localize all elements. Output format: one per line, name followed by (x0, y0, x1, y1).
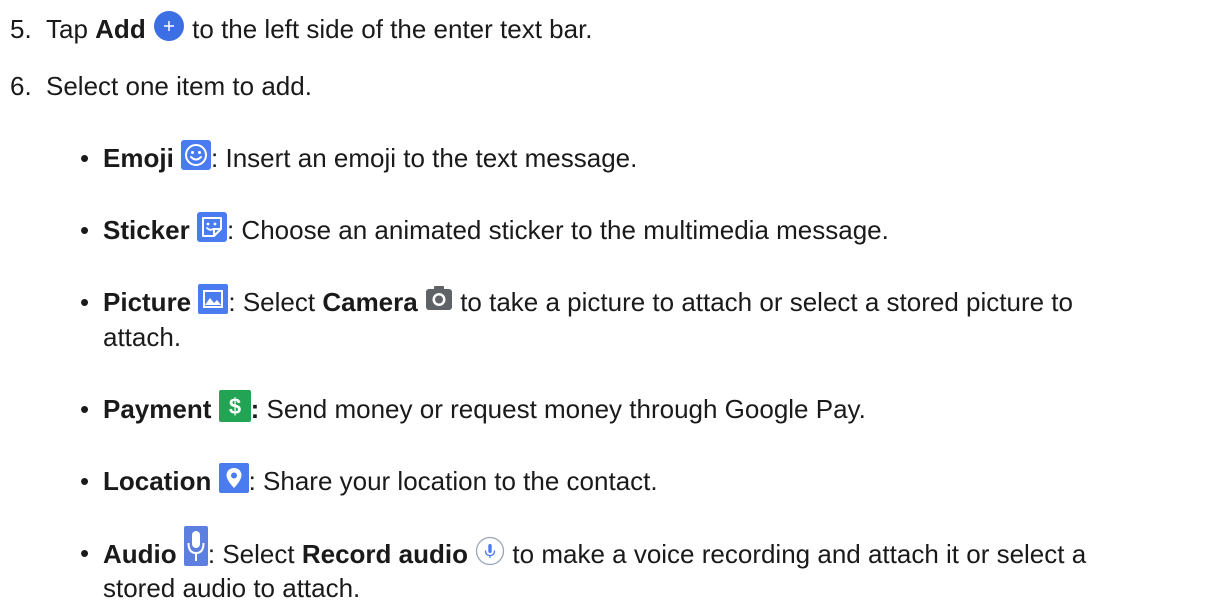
bullet: • (80, 143, 90, 173)
emoji-icon (181, 140, 212, 171)
bullet: • (80, 287, 90, 317)
payment-colon: : (250, 394, 260, 424)
list-item-audio-cont: stored audio to attach. (0, 571, 1225, 605)
audio-text-c: to make a voice recording and attach it … (505, 538, 1087, 569)
step-text: Select one item to add. (46, 71, 312, 101)
location-label: Location (103, 466, 212, 496)
add-icon (153, 10, 185, 42)
item-content: Emoji : Insert an emoji to the text mess… (103, 140, 638, 175)
step-number: 5. (10, 14, 32, 44)
list-item-location: • Location : Share your location to the … (0, 463, 1225, 498)
audio-label: Audio (103, 538, 177, 569)
item-continuation: stored audio to attach. (103, 573, 361, 603)
item-continuation: attach. (103, 322, 182, 352)
sticker-icon (196, 212, 227, 243)
step-text-post: to the left side of the enter text bar. (184, 14, 593, 44)
step-6: 6. Select one item to add. (0, 69, 1225, 103)
picture-text-a: : Select (228, 287, 323, 317)
camera-label: Camera (322, 287, 418, 317)
location-text: : Share your location to the contact. (248, 466, 658, 496)
list-item-audio: • Audio : Select Record audio to make a … (0, 526, 1225, 570)
emoji-label: Emoji (103, 143, 174, 173)
bullet: • (80, 466, 90, 496)
list-item-emoji: • Emoji : Insert an emoji to the text me… (0, 140, 1225, 175)
bullet: • (80, 215, 90, 245)
item-content: Location : Share your location to the co… (103, 463, 658, 498)
record-audio-label: Record audio (301, 538, 468, 569)
audio-text-a: : Select (207, 538, 302, 569)
item-content: Payment $: Send money or request money t… (103, 390, 866, 427)
add-label: Add (95, 14, 146, 44)
emoji-text: : Insert an emoji to the text message. (211, 143, 638, 173)
camera-icon (425, 285, 453, 313)
sticker-text: : Choose an animated sticker to the mult… (226, 215, 889, 245)
picture-text-c: to take a picture to attach or select a … (452, 287, 1073, 317)
list-item-picture-cont: attach. (0, 320, 1225, 354)
step-text-pre: Tap (46, 14, 96, 44)
picture-icon (198, 284, 229, 315)
bullet: • (80, 394, 90, 424)
item-content: Sticker : Choose an animated sticker to … (103, 212, 889, 247)
step-5: 5. Tap Add to the left side of the enter… (0, 10, 1225, 47)
picture-label: Picture (103, 287, 192, 317)
payment-icon: $ (218, 390, 251, 423)
bullet: • (80, 538, 90, 568)
list-item-payment: • Payment $: Send money or request money… (0, 390, 1225, 427)
step-number: 6. (10, 71, 32, 101)
location-icon (218, 463, 249, 494)
record-audio-icon (475, 536, 505, 566)
payment-text: Send money or request money through Goog… (259, 394, 866, 424)
item-content: Picture : Select Camera to take a pictur… (103, 284, 1073, 319)
list-item-picture: • Picture : Select Camera to take a pict… (0, 284, 1225, 319)
payment-label: Payment (103, 394, 212, 424)
microphone-icon (183, 526, 208, 566)
list-item-sticker: • Sticker : Choose an animated sticker t… (0, 212, 1225, 247)
item-content: Audio : Select Record audio to make a vo… (103, 526, 1087, 576)
svg-text:$: $ (229, 394, 241, 419)
sticker-label: Sticker (103, 215, 190, 245)
step-text: Tap Add to the left side of the enter te… (46, 10, 593, 47)
